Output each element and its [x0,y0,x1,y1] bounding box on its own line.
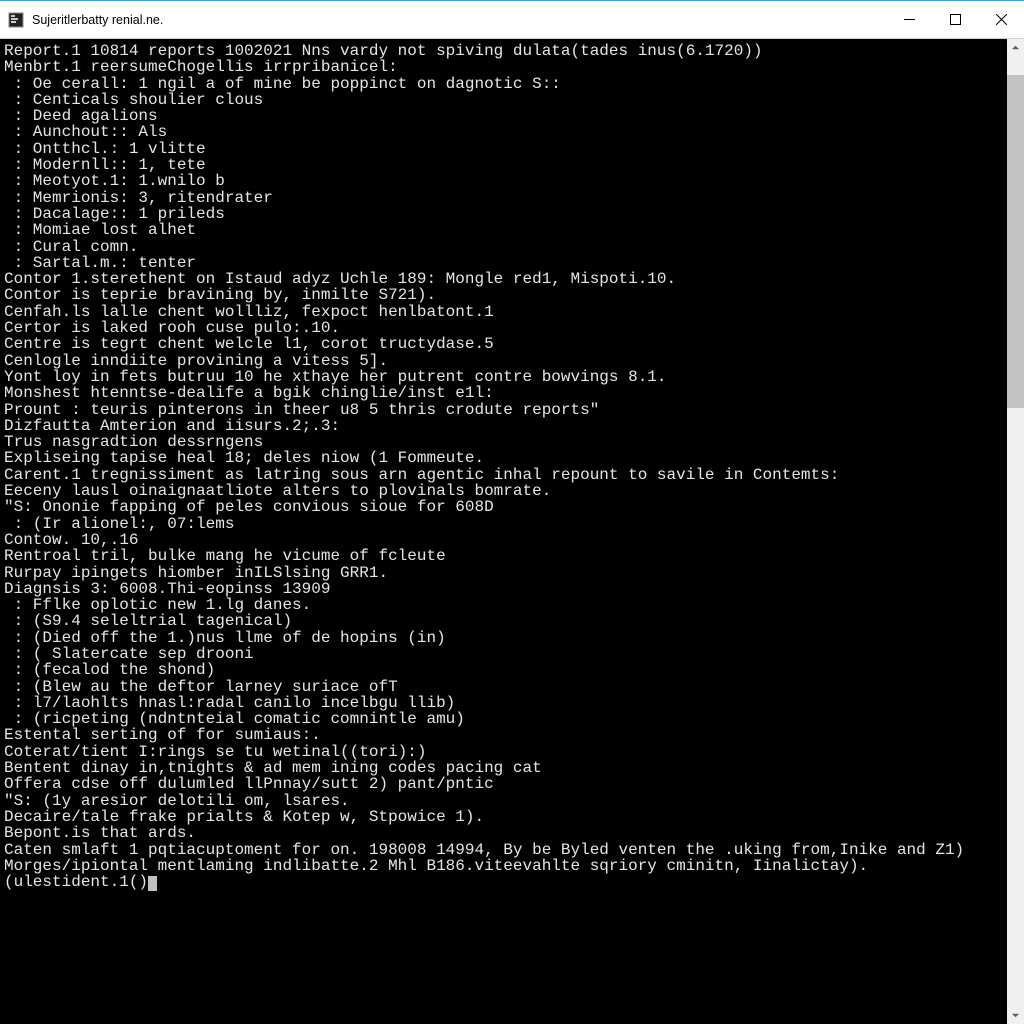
close-icon [996,14,1007,25]
terminal-line: : Fflke oplotic new 1.lg danes. [4,597,1001,613]
terminal-line: : Modernll:: 1, tete [4,157,1001,173]
terminal-line: : (Died off the 1.)nus llme of de hopins… [4,630,1001,646]
terminal-line: Carent.1 tregnissiment as latring sous a… [4,467,1001,483]
terminal-line: Expliseing tapise heal 18; deles niow (1… [4,450,1001,466]
terminal-line: : Memrionis: 3, ritendrater [4,190,1001,206]
terminal-line: Bepont.is that ards. [4,825,1001,841]
terminal-line: : Momiae lost alhet [4,222,1001,238]
terminal-line: : Meotyot.1: 1.wnilo b [4,173,1001,189]
terminal-line: Monshest htenntse-dealife a bgik chingli… [4,385,1001,401]
terminal-line: Offera cdse off dulumled llPnnay/sutt 2)… [4,776,1001,792]
terminal-line: : Sartal.m.: tenter [4,255,1001,271]
terminal-line: Prount : teuris pinterons in theer u8 5 … [4,402,1001,418]
maximize-icon [950,14,961,25]
terminal-line: Rentroal tril, bulke mang he vicume of f… [4,548,1001,564]
scroll-up-button[interactable] [1007,39,1024,56]
terminal-line: Dizfautta Amterion and iisurs.2;.3: [4,418,1001,434]
terminal-line: Diagnsis 3: 6008.Thi-eopinss 13909 [4,581,1001,597]
terminal-line: : ( Slatercate sep drooni [4,646,1001,662]
client-area: Report.1 10814 reports 1002021 Nns vardy… [0,39,1024,1024]
terminal-line: Eeceny lausl oinaignaatliote alters to p… [4,483,1001,499]
terminal-line: Caten smlaft 1 pqtiacuptoment for on. 19… [4,842,1001,858]
vertical-scrollbar[interactable] [1007,39,1024,1024]
minimize-icon [904,14,915,25]
terminal-line: Morges/ipiontal mentlaming indlibatte.2 … [4,858,1001,874]
terminal-line: Coterat/tient I:rings se tu wetinal((tor… [4,744,1001,760]
terminal-line: Centre is tegrt chent welcle l1, corot t… [4,336,1001,352]
terminal-line: Contor 1.sterethent on Istaud adyz Uchle… [4,271,1001,287]
terminal-line: "S: Ononie fapping of peles convious sio… [4,499,1001,515]
terminal-line: : Ontthcl.: 1 vlitte [4,141,1001,157]
terminal-line: : (Ir alionel:, 07:lems [4,516,1001,532]
terminal-line: : Aunchout:: Als [4,124,1001,140]
app-icon [8,12,24,28]
terminal-line: Bentent dinay in,tnights & ad mem ining … [4,760,1001,776]
terminal-line: : Oe cerall: 1 ngil a of mine be poppinc… [4,76,1001,92]
terminal-line: : Centicals shoulier clous [4,92,1001,108]
window-title: Sujeritlerbatty renial.ne. [32,13,163,27]
terminal-line: (ulestident.1() [4,874,1001,891]
terminal-cursor [148,876,157,891]
terminal-line: Contow. 10,.16 [4,532,1001,548]
terminal-line: Decaire/tale frake prialts & Kotep w, St… [4,809,1001,825]
terminal-line: : Deed agalions [4,108,1001,124]
chevron-down-icon [1011,1011,1020,1020]
app-window: Sujeritlerbatty renial.ne. Report.1 1081… [0,0,1024,1024]
terminal-line: : (ricpeting (ndntnteial comatic comnint… [4,711,1001,727]
terminal-line: Contor is teprie bravining by, inmilte S… [4,287,1001,303]
terminal-line: Report.1 10814 reports 1002021 Nns vardy… [4,43,1001,59]
chevron-up-icon [1011,43,1020,52]
terminal-line: Rurpay ipingets hiomber inILSlsing GRR1. [4,565,1001,581]
terminal-line: : (fecalod the shond) [4,662,1001,678]
terminal-line: Trus nasgradtion dessrngens [4,434,1001,450]
scroll-thumb[interactable] [1007,75,1024,408]
minimize-button[interactable] [886,1,932,39]
terminal-line: Certor is laked rooh cuse pulo:.10. [4,320,1001,336]
maximize-button[interactable] [932,1,978,39]
terminal-line: Estental serting of for sumiaus:. [4,727,1001,743]
terminal-line: Cenlogle inndiite provining a vitess 5]. [4,353,1001,369]
terminal-line: : (S9.4 seleltrial tagenical) [4,613,1001,629]
titlebar[interactable]: Sujeritlerbatty renial.ne. [0,1,1024,39]
terminal-line: "S: (1y aresior delotili om, lsares. [4,793,1001,809]
scroll-track[interactable] [1007,56,1024,1007]
close-button[interactable] [978,1,1024,39]
terminal-output[interactable]: Report.1 10814 reports 1002021 Nns vardy… [0,39,1007,1024]
terminal-line: : Dacalage:: 1 prileds [4,206,1001,222]
terminal-line: : Cural comn. [4,239,1001,255]
scroll-down-button[interactable] [1007,1007,1024,1024]
terminal-line: : l7/laohlts hnasl:radal canilo incelbgu… [4,695,1001,711]
terminal-line: Yont loy in fets butruu 10 he xthaye her… [4,369,1001,385]
terminal-line: Cenfah.ls lalle chent wollliz, fexpoct h… [4,304,1001,320]
terminal-line: : (Blew au the deftor larney suriace ofT [4,679,1001,695]
terminal-line: Menbrt.1 reersumeChogellis irrpribanicel… [4,59,1001,75]
